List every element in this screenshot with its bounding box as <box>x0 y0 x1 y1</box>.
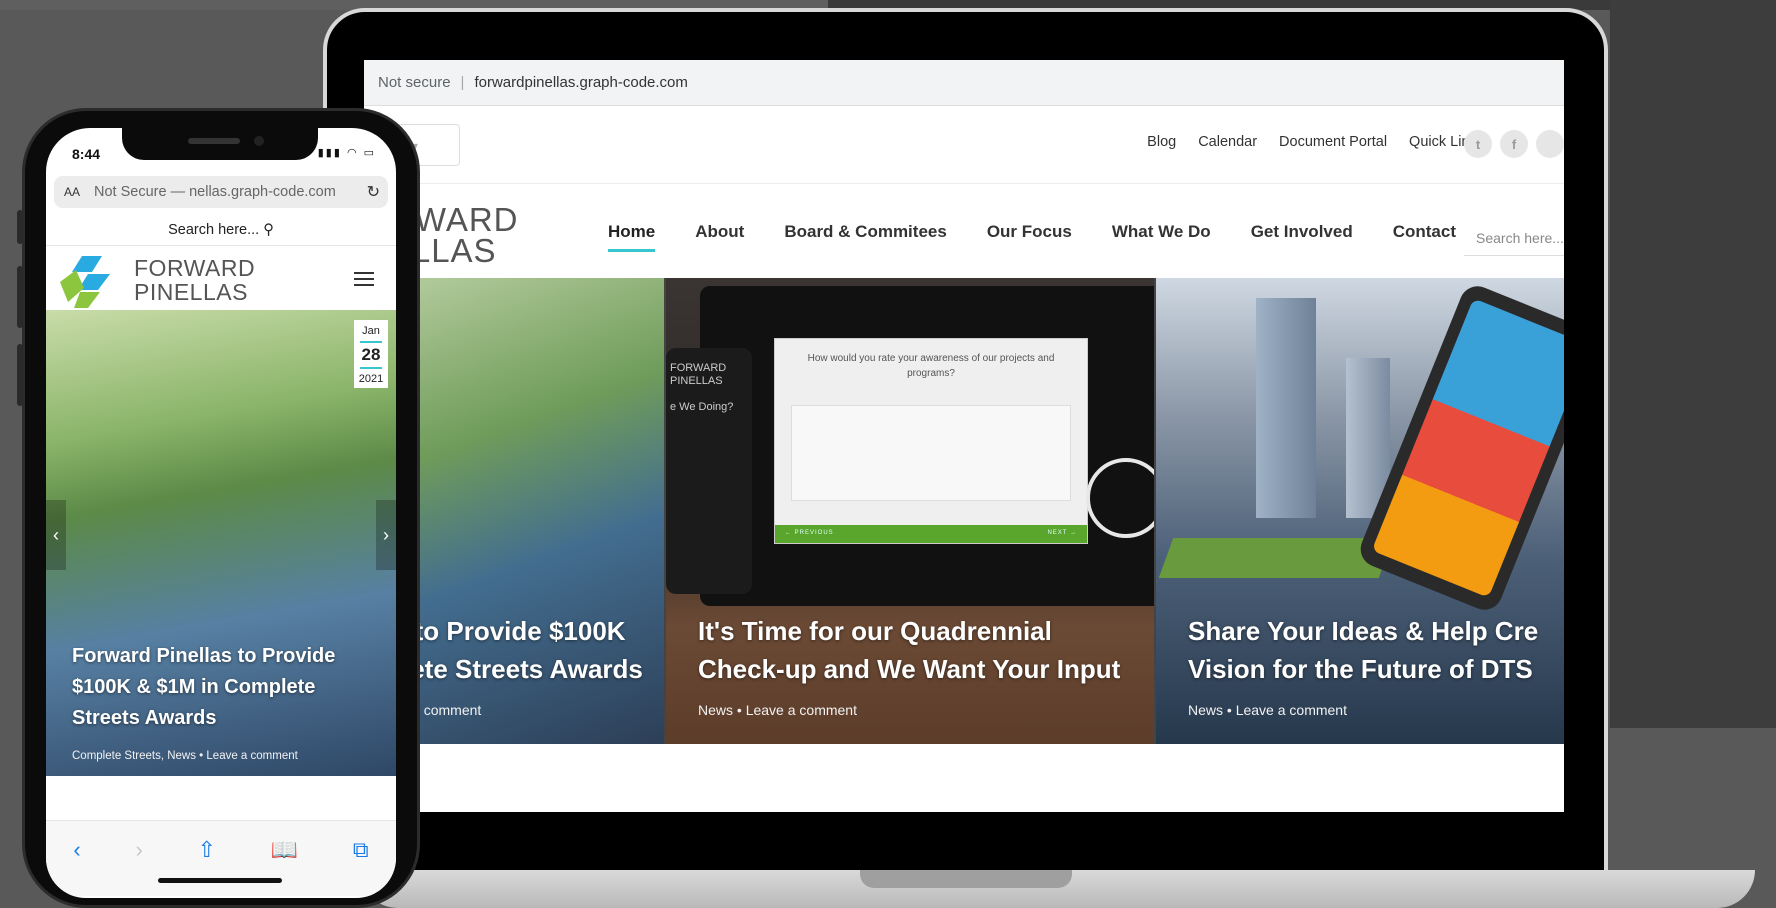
top-link-blog[interactable]: Blog <box>1147 134 1176 150</box>
hero-carousel: llas to Provide $100K mplete Streets Awa… <box>364 278 1564 744</box>
phone-side-button <box>17 266 23 328</box>
nav-our-focus[interactable]: Our Focus <box>987 222 1072 242</box>
search-input[interactable]: Search here... <box>1464 224 1564 256</box>
background-right <box>1610 0 1776 728</box>
phone-mock-text: FORWARD PINELLAS e We Doing? <box>670 362 734 413</box>
phone-notch <box>122 128 318 160</box>
phone-side-button <box>17 344 23 406</box>
nav-about[interactable]: About <box>695 222 744 242</box>
slide-meta: News • Leave a comment <box>1188 702 1347 718</box>
phone-logo-text[interactable]: FORWARD PINELLAS <box>134 256 255 304</box>
twitter-icon[interactable]: t <box>1464 130 1492 158</box>
slide-dts-vision[interactable]: Share Your Ideas & Help Cre Vision for t… <box>1154 278 1564 744</box>
nav-contact[interactable]: Contact <box>1393 222 1456 242</box>
phone-logo-line-2: PINELLAS <box>134 279 248 305</box>
ballfield-image <box>1158 538 1394 578</box>
nav-home[interactable]: Home <box>608 222 656 252</box>
text-size-button[interactable]: AA <box>64 185 80 199</box>
date-year: 2021 <box>358 373 384 385</box>
phone-logo-line-1: FORWARD <box>134 255 256 281</box>
social-icon[interactable] <box>1536 130 1564 158</box>
status-time: 8:44 <box>72 146 101 162</box>
prev-slide-arrow-icon[interactable]: ‹ <box>46 500 66 570</box>
forward-pinellas-logo-icon[interactable] <box>58 252 118 308</box>
slide-comment-link[interactable]: Leave a comment <box>1236 702 1347 718</box>
survey-nav-bar: ← PREVIOUS NEXT → <box>775 525 1087 543</box>
slide-category-link[interactable]: News <box>1188 702 1223 718</box>
laptop-notch <box>860 870 1072 888</box>
logo-shape-green <box>74 292 100 308</box>
phone-hero-slide[interactable]: Jan 28 2021 ‹ › Forward Pinellas to Prov… <box>46 310 396 776</box>
survey-next: NEXT → <box>1047 530 1077 536</box>
address-bar[interactable]: Not secure | forwardpinellas.graph-code.… <box>364 60 1564 106</box>
survey-grid <box>791 405 1071 501</box>
bookmarks-icon[interactable]: 📖 <box>271 837 298 896</box>
main-header: ORWARD NELLAS Home About Board & Commite… <box>364 184 1564 278</box>
survey-image: How would you rate your awareness of our… <box>774 338 1088 544</box>
top-link-calendar[interactable]: Calendar <box>1198 134 1257 150</box>
date-month: Jan <box>362 325 380 337</box>
top-bar: ▾ Blog Calendar Document Portal Quick Li… <box>364 106 1564 184</box>
security-indicator[interactable]: Not secure <box>378 74 451 91</box>
top-link-document-portal[interactable]: Document Portal <box>1279 134 1387 150</box>
hamburger-menu-icon[interactable] <box>354 272 374 286</box>
phone-hero-meta[interactable]: Complete Streets, News • Leave a comment <box>72 750 298 762</box>
top-links: Blog Calendar Document Portal Quick Link… <box>1147 134 1484 150</box>
nav-get-involved[interactable]: Get Involved <box>1251 222 1353 242</box>
phone-screen: 8:44 ▮▮▮ ◠ ▭ AA Not Secure — nellas.grap… <box>46 128 396 898</box>
address-separator: | <box>460 74 465 91</box>
content-below-carousel <box>364 744 1564 812</box>
main-nav: Home About Board & Commitees Our Focus W… <box>608 222 1456 252</box>
facebook-icon[interactable]: f <box>1500 130 1528 158</box>
social-links: t f <box>1464 130 1564 158</box>
nav-board-commitees[interactable]: Board & Commitees <box>784 222 946 242</box>
nav-what-we-do[interactable]: What We Do <box>1112 222 1211 242</box>
survey-question: How would you rate your awareness of our… <box>807 353 1055 379</box>
slide-comment-link[interactable]: Leave a comment <box>746 702 857 718</box>
meta-dot: • <box>1226 702 1236 718</box>
tilted-phone-screen <box>1371 298 1564 598</box>
phone-hero-title[interactable]: Forward Pinellas to Provide $100K & $1M … <box>72 641 362 734</box>
home-indicator[interactable] <box>158 878 282 883</box>
logo-shape-blue <box>72 256 102 272</box>
share-icon[interactable]: ⇧ <box>198 837 216 896</box>
date-day: 28 <box>360 341 382 369</box>
phone-search-input[interactable]: Search here... ⚲ <box>46 214 396 246</box>
speaker-grille <box>188 138 240 144</box>
phone-url-text[interactable]: Not Secure — nellas.graph-code.com <box>94 184 336 200</box>
reload-icon[interactable]: ↻ <box>367 182 380 202</box>
phone-address-bar[interactable]: AA Not Secure — nellas.graph-code.com ↻ <box>54 176 388 208</box>
laptop-screen: Not secure | forwardpinellas.graph-code.… <box>364 60 1564 812</box>
survey-prev: ← PREVIOUS <box>785 530 834 536</box>
date-badge: Jan 28 2021 <box>354 320 388 388</box>
forward-icon[interactable]: › <box>135 837 142 896</box>
front-camera <box>254 136 264 146</box>
status-icons: ▮▮▮ ◠ ▭ <box>317 147 376 159</box>
url-text[interactable]: forwardpinellas.graph-code.com <box>474 74 687 91</box>
meta-dot: • <box>736 702 746 718</box>
building-image <box>1256 298 1316 518</box>
safari-toolbar: ‹ › ⇧ 📖 ⧉ <box>46 820 396 896</box>
slide-title[interactable]: It's Time for our Quadrennial Check-up a… <box>698 612 1128 688</box>
phone-search-placeholder: Search here... <box>168 222 260 238</box>
search-icon[interactable]: ⚲ <box>263 222 274 238</box>
slide-title[interactable]: Share Your Ideas & Help Cre Vision for t… <box>1188 612 1564 688</box>
tabs-icon[interactable]: ⧉ <box>353 837 369 896</box>
slide-quadrennial[interactable]: FORWARD PINELLAS e We Doing? How would y… <box>664 278 1154 744</box>
slide-category-link[interactable]: News <box>698 702 733 718</box>
phone-side-button <box>17 210 23 244</box>
slide-meta: News • Leave a comment <box>698 702 857 718</box>
next-slide-arrow-icon[interactable]: › <box>376 500 396 570</box>
back-icon[interactable]: ‹ <box>73 837 80 896</box>
